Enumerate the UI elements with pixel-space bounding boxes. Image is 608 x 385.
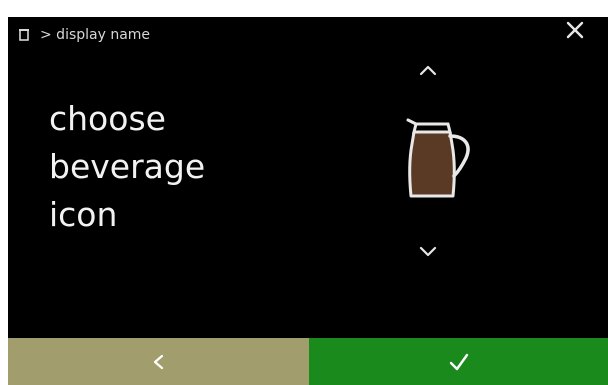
coffee-pot-icon (406, 118, 470, 198)
chevron-down-icon[interactable] (413, 240, 443, 262)
breadcrumb-text: > display name (40, 27, 151, 43)
bottom-bar (8, 338, 608, 385)
cup-icon (19, 29, 29, 41)
confirm-button[interactable] (309, 338, 608, 385)
device-frame: > display name choose beverage icon (0, 0, 608, 385)
title-line-2: beverage (49, 147, 206, 186)
check-icon (449, 353, 468, 370)
title-line-3: icon (49, 195, 118, 234)
close-icon[interactable] (563, 18, 587, 42)
breadcrumb: > display name (18, 25, 150, 45)
page-title: choose beverage icon (49, 95, 205, 239)
chevron-left-icon (153, 354, 163, 369)
back-button[interactable] (8, 338, 309, 385)
chevron-up-icon[interactable] (413, 60, 443, 82)
title-line-1: choose (49, 99, 166, 138)
